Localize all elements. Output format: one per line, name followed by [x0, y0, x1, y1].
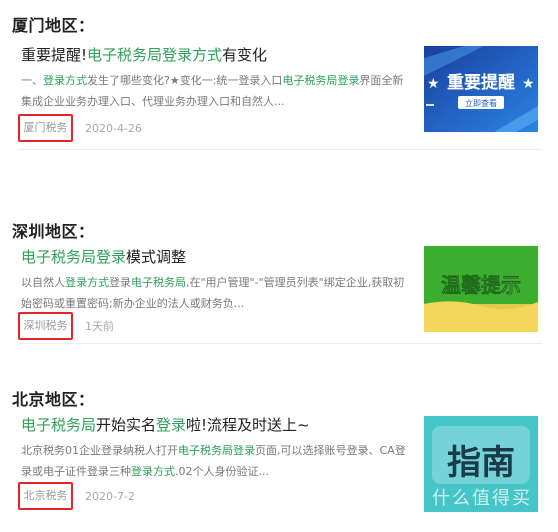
text-segment: 开始实名 [96, 416, 157, 434]
article-meta: 厦门税务 2020-4-26 [18, 114, 142, 142]
text-segment: 发生了哪些变化?★变化一:统一登录入口 [87, 74, 283, 87]
article-summary: 一、登录方式发生了哪些变化?★变化一:统一登录入口电子税务局登录界面全新集成企业… [21, 70, 413, 112]
star-right-icon: ★ [522, 76, 535, 92]
source-tag[interactable]: 深圳税务 [18, 312, 73, 340]
article-meta: 北京税务 2020-7-2 [18, 482, 135, 510]
article-title[interactable]: 电子税务局开始实名登录啦!流程及时送上~ [21, 414, 310, 435]
highlighted-keyword: 电子税务局登录 [178, 444, 255, 457]
article-card[interactable]: 重要提醒!电子税务局登录方式有变化 一、登录方式发生了哪些变化?★变化一:统一登… [12, 44, 542, 150]
article-thumbnail[interactable]: ★ ★ 重要提醒 立即查看 [424, 46, 538, 132]
star-left-icon: ★ [427, 76, 440, 92]
article-date: 1天前 [85, 320, 114, 333]
article-date: 2020-7-2 [85, 489, 135, 503]
region-title-xiamen: 厦门地区： [12, 16, 95, 35]
highlighted-keyword: 电子税务局登录方式 [87, 46, 223, 64]
text-segment: 重要提醒! [21, 46, 88, 64]
highlighted-keyword: 登录方式 [131, 465, 175, 478]
text-segment: 登录 [109, 276, 131, 289]
highlighted-keyword: 电子税务局 [131, 276, 186, 289]
reminder-banner-image: ★ ★ 重要提醒 立即查看 [424, 46, 538, 132]
source-tag[interactable]: 北京税务 [18, 482, 73, 510]
article-card[interactable]: 电子税务局登录模式调整 以自然人登录方式登录电子税务局,在"用户管理"-"管理员… [12, 246, 542, 344]
highlighted-keyword: 电子税务局登录 [282, 74, 360, 87]
article-meta: 深圳税务 1天前 [18, 312, 114, 340]
source-tag[interactable]: 厦门税务 [18, 114, 73, 142]
banner-headline: 指南 [447, 443, 515, 483]
text-segment: .02个人身份验证... [175, 465, 269, 478]
highlighted-keyword: 电子税务局登录 [21, 248, 127, 266]
banner-button-text: 立即查看 [465, 98, 497, 108]
card-divider [18, 343, 542, 344]
notice-banner-image: 温馨提示 [424, 246, 538, 332]
article-thumbnail[interactable]: 温馨提示 [424, 246, 538, 332]
card-divider [18, 149, 542, 150]
region-title-shenzhen: 深圳地区： [12, 222, 95, 241]
text-segment: 以自然人 [21, 276, 65, 289]
article-summary: 北京税务01企业登录纳税人打开电子税务局登录页面,可以选择账号登录、CA登录或电… [21, 440, 413, 482]
search-results-page: 厦门地区： 重要提醒!电子税务局登录方式有变化 一、登录方式发生了哪些变化?★变… [0, 0, 558, 532]
region-title-beijing: 北京地区： [12, 390, 95, 409]
text-segment: 模式调整 [126, 248, 187, 266]
banner-headline: 温馨提示 [441, 273, 521, 297]
text-segment: 一、 [21, 74, 43, 87]
article-card[interactable]: 电子税务局开始实名登录啦!流程及时送上~ 北京税务01企业登录纳税人打开电子税务… [12, 414, 542, 514]
article-thumbnail[interactable]: 指南 什么值得买 [424, 416, 538, 512]
highlighted-keyword: 登录 [156, 416, 187, 434]
text-segment: 有变化 [222, 46, 268, 64]
highlighted-keyword: 登录方式 [65, 276, 109, 289]
banner-headline: 重要提醒 [447, 72, 515, 93]
watermark-text: 什么值得买 [432, 488, 532, 509]
highlighted-keyword: 登录方式 [43, 74, 87, 87]
article-title[interactable]: 重要提醒!电子税务局登录方式有变化 [21, 44, 267, 65]
text-segment: 啦!流程及时送上~ [186, 416, 310, 434]
text-segment: 北京税务01企业登录纳税人打开 [21, 444, 178, 457]
highlighted-keyword: 电子税务局 [21, 416, 97, 434]
article-summary: 以自然人登录方式登录电子税务局,在"用户管理"-"管理员列表"绑定企业,获取初始… [21, 272, 413, 314]
article-date: 2020-4-26 [85, 121, 142, 135]
article-title[interactable]: 电子税务局登录模式调整 [21, 246, 186, 267]
